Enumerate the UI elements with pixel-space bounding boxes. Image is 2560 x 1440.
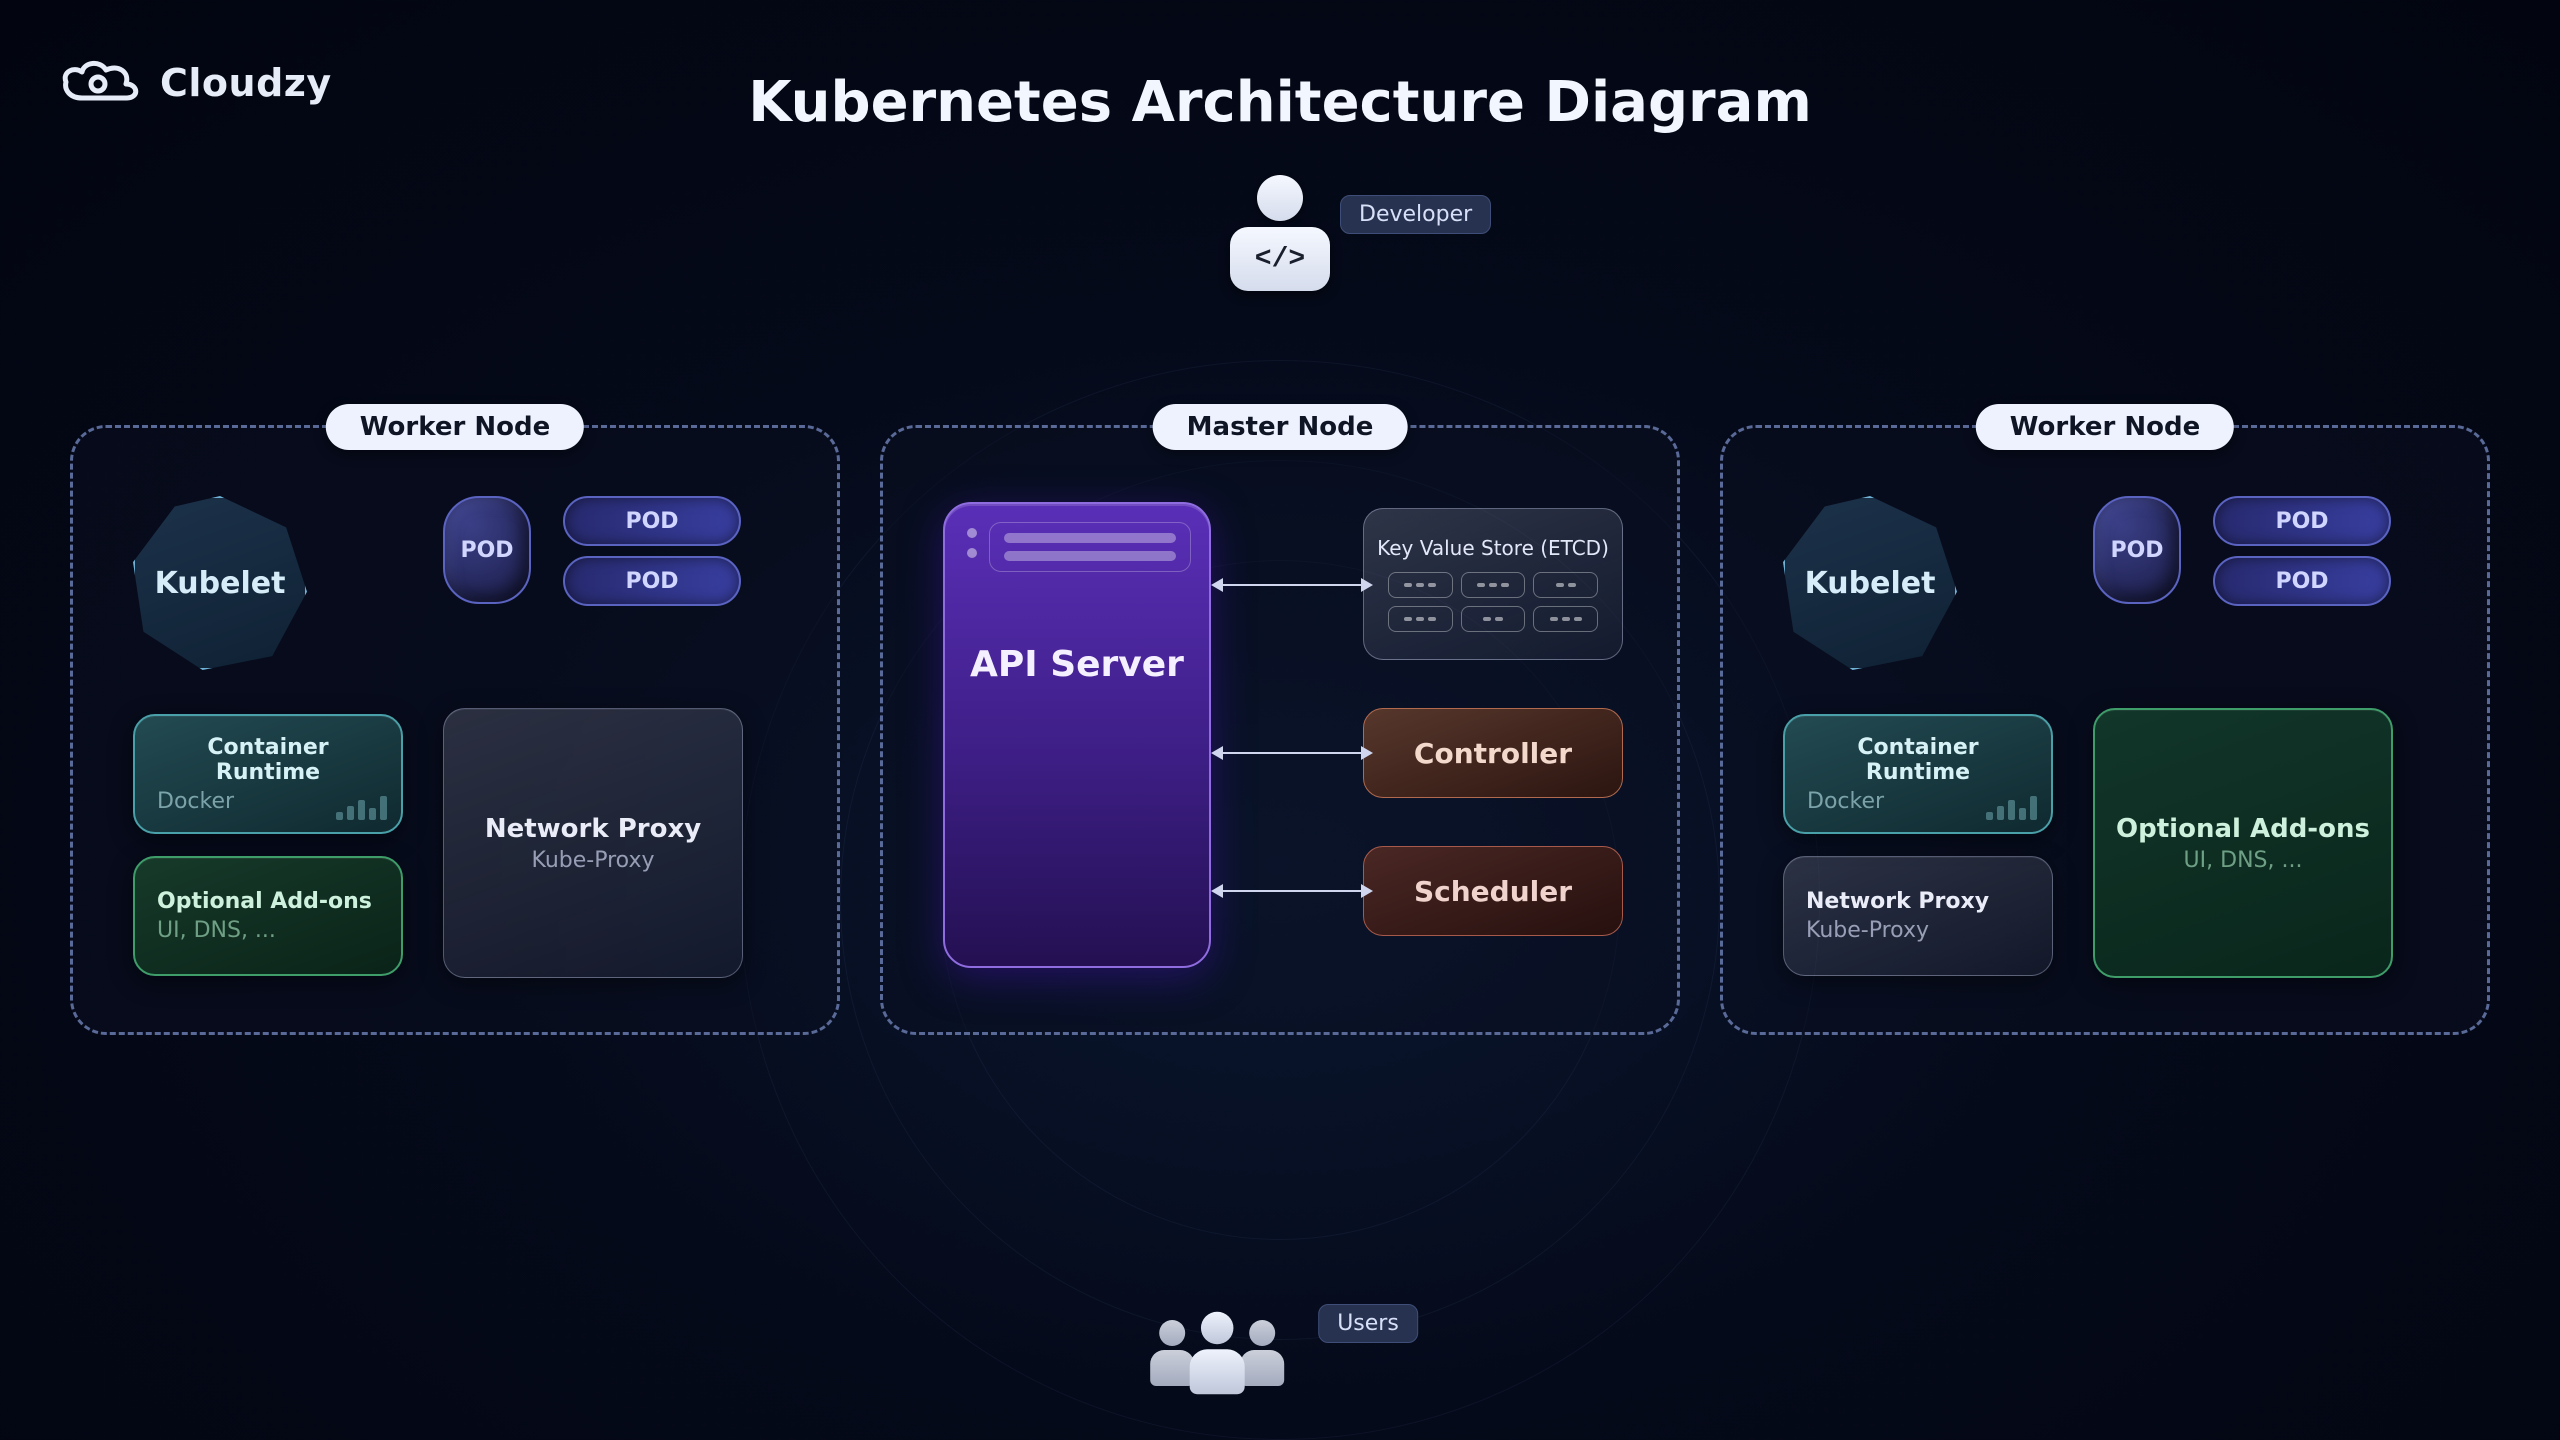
pod-small: POD [563, 556, 741, 606]
kubelet-box: Kubelet [1783, 496, 1957, 670]
container-runtime-title: Container Runtime [1807, 735, 2029, 785]
chart-icon [1986, 796, 2037, 820]
person-icon [1257, 175, 1303, 221]
container-runtime-subtitle: Docker [157, 789, 234, 814]
developer-label: Developer [1340, 195, 1491, 234]
container-runtime-title: Container Runtime [157, 735, 379, 785]
server-icon [967, 528, 977, 558]
addons-subtitle: UI, DNS, ... [157, 918, 276, 943]
network-proxy-title: Network Proxy [485, 814, 701, 844]
network-proxy-title: Network Proxy [1806, 889, 1989, 914]
developer-figure: </> Developer [1230, 175, 1330, 291]
server-icon [989, 522, 1191, 572]
pod-small: POD [563, 496, 741, 546]
container-runtime-box: Container Runtime Docker [133, 714, 403, 834]
master-node-label: Master Node [1153, 404, 1408, 450]
code-icon: </> [1230, 227, 1330, 291]
addons-box: Optional Add-ons UI, DNS, ... [2093, 708, 2393, 978]
addons-title: Optional Add-ons [2116, 814, 2370, 844]
worker-node-left: Worker Node Kubelet POD POD POD Containe… [70, 425, 840, 1035]
arrow-icon [1213, 752, 1371, 754]
api-server-label: API Server [945, 644, 1209, 685]
addons-title: Optional Add-ons [157, 889, 372, 914]
api-server-box: API Server [943, 502, 1211, 968]
worker-node-right-label: Worker Node [1976, 404, 2234, 450]
arrow-icon [1213, 890, 1371, 892]
network-proxy-subtitle: Kube-Proxy [532, 848, 655, 873]
scheduler-box: Scheduler [1363, 846, 1623, 936]
page-title: Kubernetes Architecture Diagram [0, 70, 2560, 135]
pod-large: POD [443, 496, 531, 604]
chart-icon [336, 796, 387, 820]
container-runtime-box: Container Runtime Docker [1783, 714, 2053, 834]
addons-box: Optional Add-ons UI, DNS, ... [133, 856, 403, 976]
addons-subtitle: UI, DNS, ... [2184, 848, 2303, 873]
users-label: Users [1318, 1304, 1418, 1343]
etcd-label: Key Value Store (ETCD) [1377, 536, 1609, 560]
network-proxy-subtitle: Kube-Proxy [1806, 918, 1929, 943]
worker-node-left-label: Worker Node [326, 404, 584, 450]
pod-small: POD [2213, 556, 2391, 606]
kubelet-box: Kubelet [133, 496, 307, 670]
pod-large: POD [2093, 496, 2181, 604]
container-runtime-subtitle: Docker [1807, 789, 1884, 814]
master-node: Master Node API Server Key Value Store (… [880, 425, 1680, 1035]
network-proxy-box: Network Proxy Kube-Proxy [443, 708, 743, 978]
etcd-box: Key Value Store (ETCD) [1363, 508, 1623, 660]
network-proxy-box: Network Proxy Kube-Proxy [1783, 856, 2053, 976]
controller-box: Controller [1363, 708, 1623, 798]
arrow-icon [1213, 584, 1371, 586]
pod-small: POD [2213, 496, 2391, 546]
users-icon [1142, 1300, 1292, 1386]
keyvalue-icon [1388, 572, 1598, 632]
users-figure: Users [1142, 1300, 1418, 1386]
worker-node-right: Worker Node Kubelet POD POD POD Containe… [1720, 425, 2490, 1035]
